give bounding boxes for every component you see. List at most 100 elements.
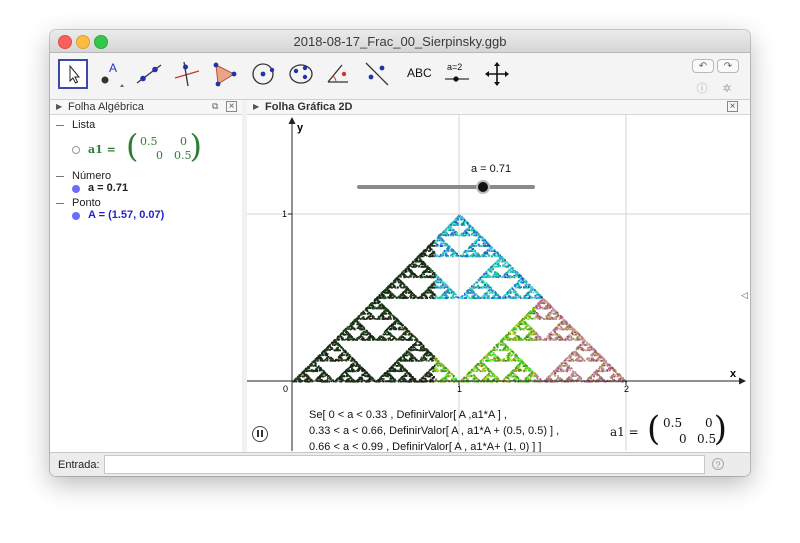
angle-icon bbox=[327, 64, 348, 83]
fractal-point bbox=[562, 365, 565, 367]
category-collapse-icon[interactable] bbox=[56, 176, 64, 177]
algebra-item-a1[interactable]: a1 = bbox=[88, 143, 116, 156]
fractal-point bbox=[368, 375, 370, 378]
visibility-toggle[interactable] bbox=[72, 212, 80, 220]
fractal-point bbox=[451, 248, 453, 250]
fractal-point bbox=[422, 266, 425, 268]
fractal-point bbox=[588, 349, 591, 352]
collapse-triangle-icon[interactable]: ▶ bbox=[253, 102, 259, 111]
circle-tool[interactable] bbox=[248, 59, 278, 89]
fractal-point bbox=[586, 341, 588, 344]
algebra-item-point-a[interactable]: A = (1.57, 0.07) bbox=[88, 209, 164, 221]
undo-icon: ↶ bbox=[698, 61, 708, 72]
fractal-point bbox=[392, 315, 395, 318]
slider-tool[interactable]: a=2 bbox=[442, 59, 472, 89]
fractal-point bbox=[409, 274, 412, 277]
fractal-point bbox=[494, 276, 497, 278]
fractal-point bbox=[570, 360, 573, 362]
redo-button[interactable]: ↷ bbox=[717, 59, 739, 73]
fractal-point bbox=[397, 369, 399, 372]
fractal-point bbox=[412, 344, 414, 346]
fractal-point bbox=[347, 368, 349, 370]
fractal-point bbox=[395, 365, 398, 367]
fractal-point bbox=[457, 255, 460, 257]
fractal-point bbox=[452, 291, 454, 293]
point-tool[interactable]: A bbox=[96, 59, 126, 89]
fractal-point bbox=[511, 354, 514, 356]
reflect-tool[interactable] bbox=[362, 59, 392, 89]
move-tool[interactable] bbox=[58, 59, 88, 89]
matrix-cell: 0 bbox=[156, 149, 163, 162]
fractal-point bbox=[431, 272, 434, 275]
graphics-view: ▶ Folha Gráfica 2D × xy0121 a = 0.71 Se[… bbox=[247, 100, 750, 453]
fractal-point bbox=[565, 339, 567, 341]
fractal-point bbox=[531, 318, 534, 320]
undock-icon[interactable]: ⧉ bbox=[212, 101, 218, 112]
fractal-point bbox=[318, 365, 320, 367]
graphics-view-header: ▶ Folha Gráfica 2D × bbox=[247, 100, 750, 115]
fractal-point bbox=[515, 287, 517, 289]
toolbar: A ABC a=2 ↶ ↷ ⓘ ✲ bbox=[50, 53, 750, 100]
fractal-point bbox=[595, 360, 598, 362]
window-title: 2018-08-17_Frac_00_Sierpinsky.ggb bbox=[293, 34, 507, 49]
fractal-point bbox=[587, 357, 590, 360]
circle-icon bbox=[252, 63, 275, 85]
point-tool-label: A bbox=[109, 61, 118, 75]
undo-button[interactable]: ↶ bbox=[692, 59, 714, 73]
fractal-point bbox=[569, 324, 571, 326]
fractal-point bbox=[486, 297, 489, 299]
fractal-point bbox=[473, 251, 475, 254]
slider-icon bbox=[445, 76, 469, 82]
fractal-point bbox=[475, 234, 477, 236]
fractal-point bbox=[410, 273, 412, 275]
geogebra-window: 2018-08-17_Frac_00_Sierpinsky.ggb A ABC … bbox=[50, 30, 750, 476]
category-collapse-icon[interactable] bbox=[56, 203, 64, 204]
perpendicular-tool[interactable] bbox=[172, 59, 202, 89]
fractal-point bbox=[596, 358, 599, 361]
fractal-point bbox=[408, 330, 411, 333]
fractal-point bbox=[348, 375, 351, 378]
conic-icon bbox=[289, 64, 313, 84]
fractal-point bbox=[360, 328, 363, 330]
angle-tool[interactable] bbox=[324, 59, 354, 89]
matrix-cell: 0.5 bbox=[174, 149, 192, 162]
move-graphics-tool[interactable] bbox=[482, 59, 512, 89]
fractal-point bbox=[488, 297, 490, 300]
close-graphics-view-button[interactable]: × bbox=[727, 101, 738, 112]
perpendicular-line-icon bbox=[174, 61, 200, 87]
fractal-point bbox=[485, 255, 487, 258]
fractal-point bbox=[503, 297, 505, 299]
fractal-point bbox=[408, 353, 410, 356]
fractal-point bbox=[406, 370, 409, 373]
fractal-point bbox=[519, 295, 522, 297]
fractal-point bbox=[468, 255, 471, 258]
fractal-point bbox=[476, 370, 478, 372]
fractal-point bbox=[319, 378, 321, 380]
category-collapse-icon[interactable] bbox=[56, 125, 64, 126]
algebra-item-a[interactable]: a = 0.71 bbox=[88, 182, 128, 194]
line-tool[interactable] bbox=[134, 59, 164, 89]
help-icon[interactable]: ⓘ bbox=[696, 83, 708, 95]
fractal-point bbox=[399, 339, 401, 341]
fractal-point bbox=[297, 378, 299, 380]
visibility-toggle[interactable] bbox=[72, 185, 80, 193]
fractal-point bbox=[572, 358, 574, 360]
collapse-triangle-icon[interactable]: ▶ bbox=[56, 102, 62, 111]
fractal-point bbox=[495, 255, 498, 257]
fractal-point bbox=[548, 317, 551, 319]
polygon-tool[interactable] bbox=[210, 59, 240, 89]
visibility-toggle[interactable] bbox=[72, 146, 80, 154]
fractal-point bbox=[471, 285, 473, 287]
conic-tool[interactable] bbox=[286, 59, 316, 89]
close-algebra-view-button[interactable]: × bbox=[226, 101, 237, 112]
fractal-point bbox=[402, 336, 405, 338]
fractal-point bbox=[417, 276, 420, 278]
fractal-point bbox=[606, 369, 609, 371]
settings-gear-icon[interactable]: ✲ bbox=[721, 83, 733, 95]
fractal-point bbox=[434, 369, 436, 372]
text-tool[interactable]: ABC bbox=[404, 59, 434, 89]
cursor-arrow-icon bbox=[69, 64, 81, 84]
fractal-point bbox=[572, 338, 575, 340]
category-label: Ponto bbox=[72, 197, 101, 209]
fractal-point bbox=[414, 346, 416, 349]
